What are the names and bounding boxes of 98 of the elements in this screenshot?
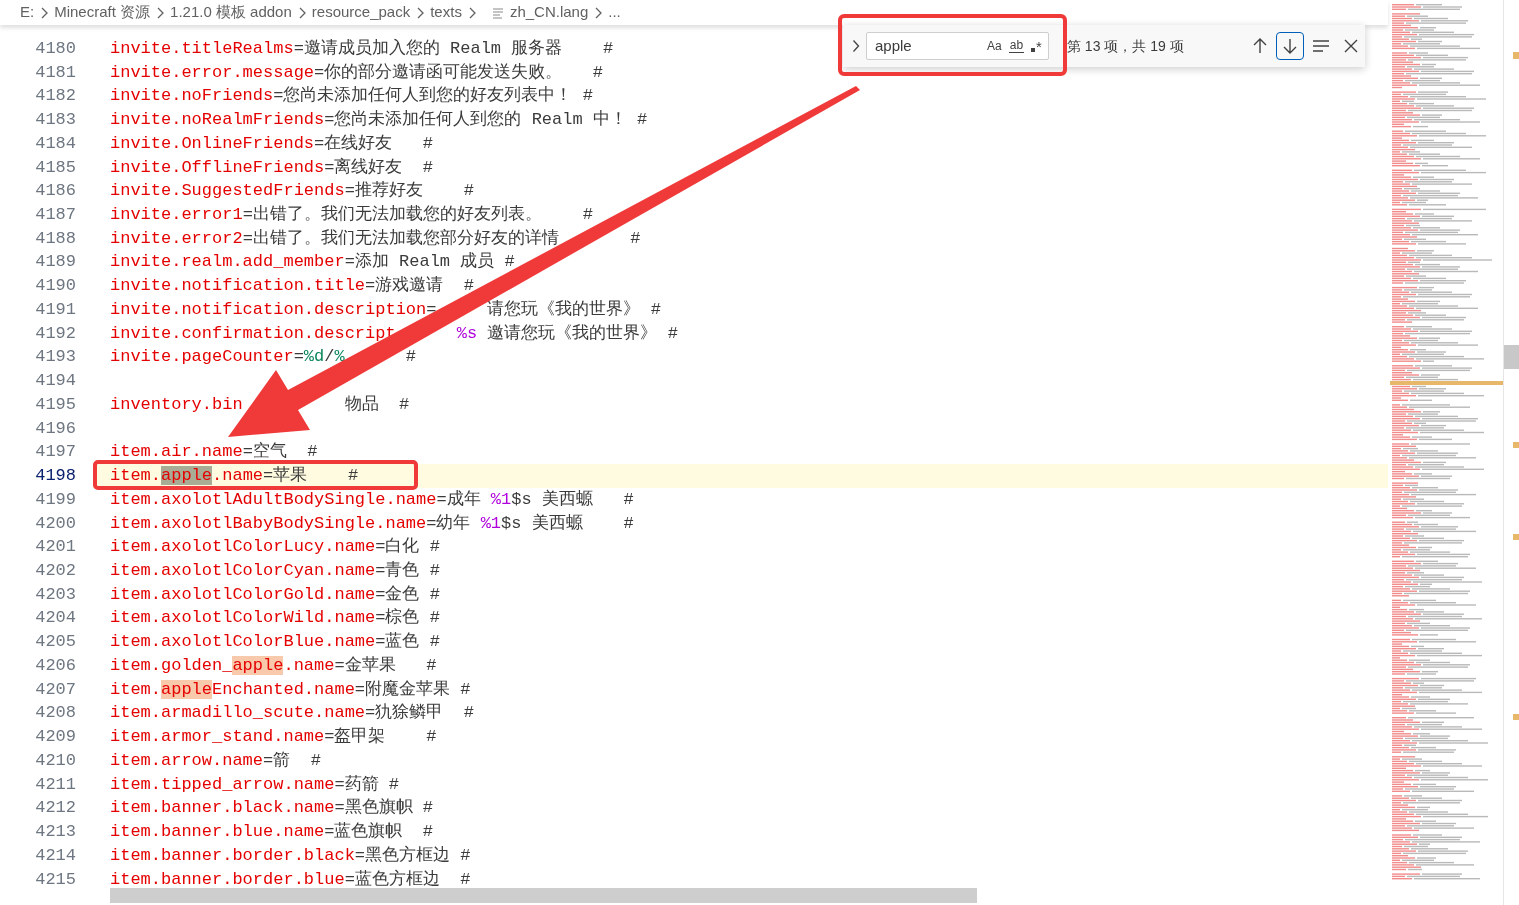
arrow-down-icon[interactable]	[1276, 32, 1304, 60]
code-line: item.axolotlColorBlue.name=蓝色 #	[110, 631, 440, 654]
line-number: 4191	[34, 298, 76, 321]
line-number: 4202	[34, 560, 76, 582]
line-number: 4208	[34, 702, 76, 725]
breadcrumb-item[interactable]: zh_CN.lang	[509, 1, 589, 24]
line-number: 4207	[34, 678, 76, 701]
code-line: item.air.name=空气 #	[110, 441, 318, 464]
code-line: invite.error1=出错了。我们无法加载您的好友列表。 #	[110, 204, 593, 226]
code-line: invite.pageCounter=%d/% #	[110, 346, 417, 369]
code-line: invite.notification.description= 请您玩《我的世界》 #	[110, 298, 661, 321]
line-number: 4187	[34, 204, 76, 226]
line-number: 4200	[34, 512, 76, 535]
breadcrumb-item[interactable]: E:	[20, 1, 35, 24]
code-line: invite.error.message=你的部分邀请函可能发送失败。 #	[110, 61, 604, 84]
line-number: 4181	[34, 61, 76, 84]
breadcrumb-item[interactable]: texts	[430, 1, 462, 24]
line-number: 4211	[34, 773, 76, 796]
code-line: item.appleEnchanted.name=附魔金苹果 #	[110, 678, 471, 701]
breadcrumb-item[interactable]: resource_pack	[311, 1, 411, 24]
code-line: item.golden_apple.name=金苹果 #	[110, 654, 437, 677]
line-number: 4209	[34, 726, 76, 749]
search-field[interactable]: apple Aa ab *	[866, 32, 1049, 60]
chevron-right-icon	[416, 6, 425, 19]
match-marker	[1513, 52, 1519, 59]
line-number: 4201	[34, 536, 76, 559]
code-line: invite.SuggestedFriends=推荐好友 #	[110, 180, 474, 203]
code-line: item.banner.blue.name=蓝色旗帜 #	[110, 821, 434, 844]
chevron-right-icon	[297, 6, 306, 19]
line-number: 4198	[34, 465, 76, 488]
scrollbar-thumb[interactable]	[1504, 345, 1519, 369]
code-line: invite.titleRealms=邀请成员加入您的 Realm 服务器 #	[110, 37, 614, 60]
code-line: item.banner.black.name=黑色旗帜 #	[110, 797, 434, 820]
line-number: 4205	[34, 631, 76, 654]
code-line: item.axolotlColorCyan.name=青色 #	[110, 560, 440, 582]
line-number: 4203	[34, 583, 76, 606]
horizontal-scrollbar-thumb[interactable]	[110, 888, 977, 903]
line-number: 4190	[34, 275, 76, 298]
match-case-toggle[interactable]: Aa	[985, 36, 1004, 56]
line-number: 4182	[34, 85, 76, 108]
code-line: item.armadillo_scute.name=犰狳鳞甲 #	[110, 702, 474, 725]
code-line: item.axolotlColorWild.name=棕色 #	[110, 607, 440, 630]
code-line: item.axolotlBabyBodySingle.name=幼年 %1$s 美西螈 #	[110, 512, 634, 535]
line-number: 4212	[34, 797, 76, 820]
chevron-right-icon	[40, 6, 49, 19]
code-line: item.tipped_arrow.name=药箭 #	[110, 773, 400, 796]
breadcrumb-item[interactable]: Minecraft 资源	[54, 1, 151, 24]
line-number: 4188	[34, 227, 76, 250]
line-number: 4199	[34, 488, 76, 511]
line-number: 4185	[34, 156, 76, 179]
line-number: 4214	[34, 844, 76, 867]
code-line: invite.error2=出错了。我们无法加载您部分好友的详情 #	[110, 227, 641, 250]
code-line: inventory.bin 物品 #	[110, 393, 410, 416]
code-line: item.armor_stand.name=盔甲架 #	[110, 726, 437, 749]
line-number: 4194	[34, 370, 76, 393]
chevron-right-icon	[156, 6, 165, 19]
match-count: 第 13 项，共 19 项	[1066, 36, 1185, 56]
vertical-scrollbar[interactable]	[1503, 0, 1519, 905]
line-number: 4197	[34, 441, 76, 464]
line-number: 4184	[34, 132, 76, 155]
line-number: 4204	[34, 607, 76, 630]
code-line: item.axolotlAdultBodySingle.name=成年 %1$s 美西螈 #	[110, 488, 634, 511]
code-line: invite.realm.add_member=添加 Realm 成员 #	[110, 251, 515, 274]
breadcrumb-more[interactable]: ...	[608, 1, 621, 24]
file-icon	[491, 6, 504, 19]
regex-toggle[interactable]: *	[1029, 36, 1044, 56]
chevron-right-icon	[467, 6, 476, 19]
code-line: invite.confirmation.descript %s 邀请您玩《我的世界》 #	[110, 322, 678, 345]
line-number: 4206	[34, 654, 76, 677]
line-number: 4196	[34, 417, 76, 440]
line-number: 4210	[34, 749, 76, 772]
line-number: 4183	[34, 109, 76, 132]
line-number: 4195	[34, 393, 76, 416]
code-line: item.apple.name=苹果 #	[110, 465, 359, 488]
breadcrumb-item[interactable]: 1.21.0 模板 addon	[170, 1, 292, 24]
line-number: 4213	[34, 821, 76, 844]
code-line: item.arrow.name=箭 #	[110, 749, 321, 772]
code-line: invite.notification.title=游戏邀请 #	[110, 275, 474, 298]
code-line: invite.OnlineFriends=在线好友 #	[110, 132, 434, 155]
code-line: item.banner.border.black=黑色方框边 #	[110, 844, 471, 867]
expand-toggle-icon[interactable]	[852, 39, 860, 53]
match-marker	[1513, 714, 1519, 720]
line-number: 4192	[34, 322, 76, 345]
line-number: 4180	[34, 37, 76, 60]
line-number: 4189	[34, 251, 76, 274]
chevron-right-icon	[594, 6, 603, 19]
line-number: 4193	[34, 346, 76, 369]
whole-word-toggle[interactable]: ab	[1006, 36, 1027, 56]
code-line: item.banner.border.blue=蓝色方框边 #	[110, 868, 471, 891]
match-marker	[1513, 442, 1519, 448]
code-line: item.axolotlColorLucy.name=白化 #	[110, 536, 440, 559]
match-marker	[1513, 534, 1519, 540]
line-number: 4186	[34, 180, 76, 203]
line-number: 4215	[34, 868, 76, 891]
code-line: invite.OfflineFriends=离线好友 #	[110, 156, 434, 179]
code-line: invite.noRealmFriends=您尚未添加任何人到您的 Realm 中！ #	[110, 109, 648, 132]
code-line: item.axolotlColorGold.name=金色 #	[110, 583, 440, 606]
code-line: invite.noFriends=您尚未添加任何人到您的好友列表中！ #	[110, 85, 593, 108]
